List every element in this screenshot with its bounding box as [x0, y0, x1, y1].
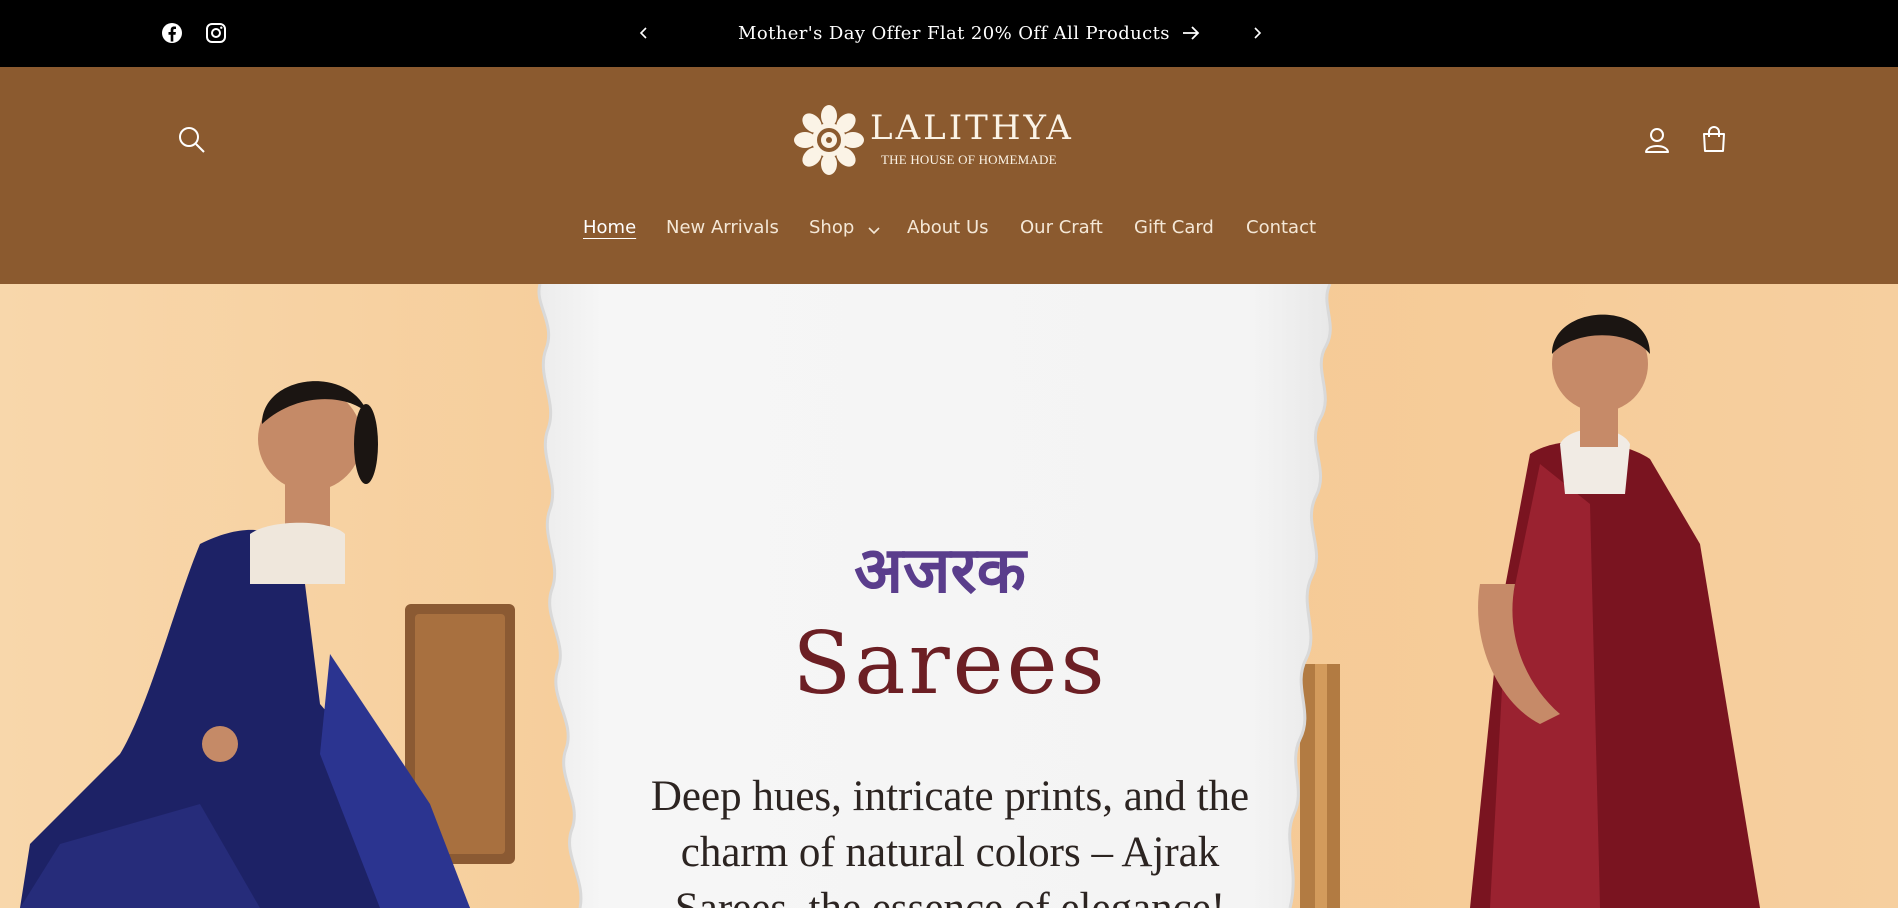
facebook-icon[interactable] — [160, 21, 184, 45]
instagram-icon[interactable] — [204, 21, 228, 45]
nav-about-us[interactable]: About Us — [907, 217, 989, 238]
nav-shop-label: Shop — [809, 217, 855, 238]
announcement-next-button[interactable] — [1243, 19, 1271, 47]
announcement-link[interactable]: Mother's Day Offer Flat 20% Off All Prod… — [738, 19, 1200, 47]
hero-description: Deep hues, intricate prints, and the cha… — [650, 773, 1250, 908]
announcement-prev-button[interactable] — [630, 19, 658, 47]
nav-new-arrivals[interactable]: New Arrivals — [666, 217, 779, 238]
brand-name: LALITHYA — [870, 108, 1074, 148]
announcement-text: Mother's Day Offer Flat 20% Off All Prod… — [738, 22, 1170, 44]
hero-title: Sarees — [792, 614, 1108, 714]
hero-banner[interactable]: अजरक Sarees Deep hues, intricate prints,… — [0, 284, 1898, 908]
main-nav: Home New Arrivals Shop About Us Our Craf… — [0, 217, 1898, 247]
brand-tagline: THE HOUSE OF HOMEMADE — [881, 152, 1057, 167]
search-icon[interactable] — [176, 124, 208, 156]
nav-contact[interactable]: Contact — [1246, 217, 1316, 238]
site-header: LALITHYA THE HOUSE OF HOMEMADE Home New … — [0, 67, 1898, 284]
social-links — [160, 21, 228, 45]
arrow-right-icon — [1182, 26, 1200, 40]
nav-home[interactable]: Home — [583, 217, 636, 238]
mandala-logo-icon — [794, 105, 864, 175]
chevron-down-icon[interactable] — [867, 224, 881, 238]
nav-gift-card[interactable]: Gift Card — [1134, 217, 1214, 238]
nav-our-craft[interactable]: Our Craft — [1020, 217, 1103, 238]
nav-shop[interactable]: Shop — [809, 217, 854, 238]
hero-hindi-title: अजरक — [854, 534, 1026, 608]
chevron-right-icon — [1254, 27, 1262, 39]
announcement-bar: Mother's Day Offer Flat 20% Off All Prod… — [0, 0, 1898, 67]
site-logo[interactable]: LALITHYA THE HOUSE OF HOMEMADE — [792, 104, 1071, 176]
chevron-left-icon — [639, 27, 647, 39]
account-icon[interactable] — [1641, 124, 1673, 156]
cart-icon[interactable] — [1698, 124, 1730, 156]
